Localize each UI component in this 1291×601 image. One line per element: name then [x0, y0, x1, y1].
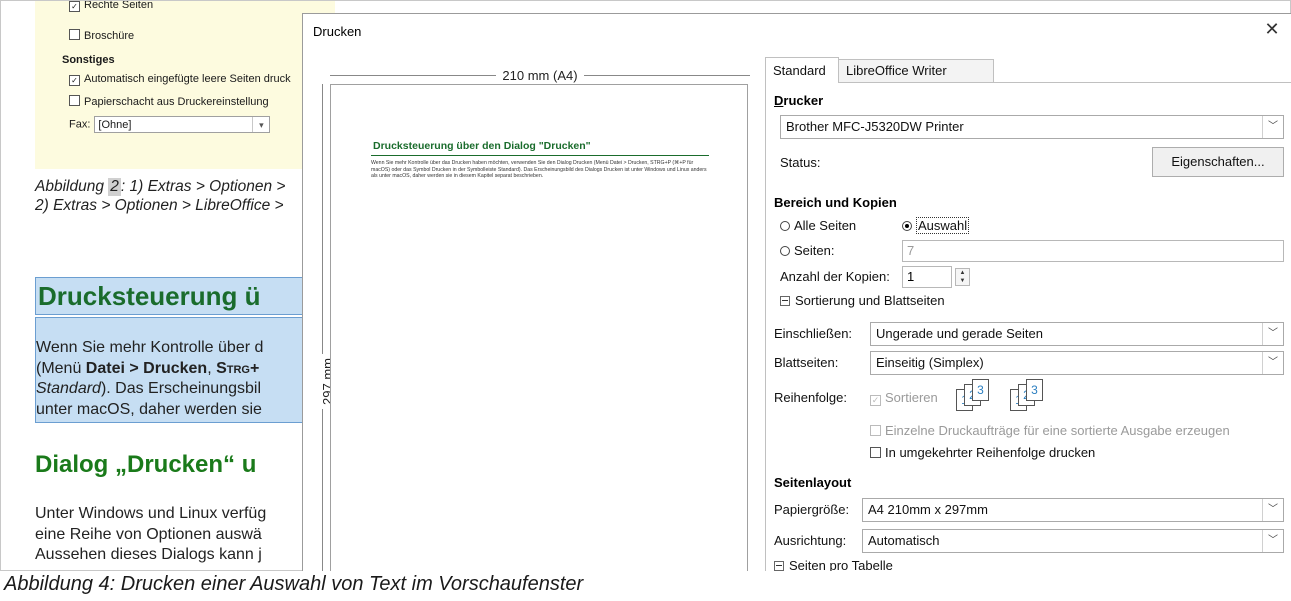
- auto-blank-option: ✓ Automatisch eingefügte leere Seiten dru…: [69, 73, 291, 86]
- tab-libreoffice-writer[interactable]: LibreOffice Writer: [839, 59, 994, 83]
- right-pages-option: ✓ Rechte Seiten: [69, 1, 153, 12]
- checkbox-icon: ✓: [69, 75, 80, 86]
- paper-tray-option: Papierschacht aus Druckereinstellung: [69, 95, 269, 108]
- pages-per-sheet-expander[interactable]: Seiten pro Tabelle: [774, 558, 893, 571]
- figure2-caption-line2: 2) Extras > Optionen > LibreOffice >: [35, 197, 284, 214]
- include-select[interactable]: Ungerade und gerade Seiten ﹀: [870, 322, 1284, 346]
- properties-button[interactable]: Eigenschaften...: [1152, 147, 1284, 177]
- printer-select[interactable]: Brother MFC-J5320DW Printer ﹀: [780, 115, 1284, 139]
- chevron-down-icon: ﹀: [1262, 116, 1283, 138]
- collapse-icon: [780, 296, 790, 306]
- collation-expander[interactable]: Sortierung und Blattseiten: [780, 293, 945, 308]
- copies-input[interactable]: 1: [902, 266, 952, 288]
- brochure-option: Broschüre: [69, 29, 134, 42]
- collated-pages-icon-2: 123: [1010, 379, 1054, 413]
- figure4-caption: Abbildung 4: Drucken einer Auswahl von T…: [4, 573, 584, 595]
- heading-drucksteuerung: Drucksteuerung ü: [35, 277, 325, 315]
- chevron-down-icon: ﹀: [1262, 323, 1283, 345]
- printer-heading: Drucker: [774, 93, 824, 108]
- embedded-screenshot-options: ✓ Rechte Seiten Broschüre Sonstiges ✓ Auto…: [35, 1, 335, 169]
- heading-dialog-drucken: Dialog „Drucken“ u: [35, 451, 257, 478]
- collate-checkbox[interactable]: ✓ Sortieren: [870, 390, 938, 406]
- orientation-label: Ausrichtung:: [774, 533, 847, 548]
- pages-input[interactable]: 7: [902, 240, 1284, 262]
- page-width-indicator: 210 mm (A4): [330, 68, 750, 83]
- close-icon[interactable]: ✕: [1261, 18, 1283, 40]
- status-label: Status:: [780, 155, 821, 170]
- order-label: Reihenfolge:: [774, 390, 847, 405]
- preview-rule: [371, 155, 709, 156]
- height-dimension-line: [322, 84, 323, 571]
- layout-heading: Seitenlayout: [774, 475, 852, 490]
- separate-jobs-checkbox[interactable]: Einzelne Druckaufträge für eine sortiert…: [870, 423, 1230, 438]
- preview-paragraph: Wenn Sie mehr Kontrolle über das Drucken…: [371, 160, 707, 180]
- paragraph-under-windows: Unter Windows und Linux verfüg eine Reih…: [35, 505, 267, 563]
- fax-select: [Ohne] ▾: [94, 116, 271, 133]
- fax-row: Fax: [Ohne] ▾: [69, 116, 271, 133]
- tab-standard[interactable]: Standard: [765, 57, 839, 83]
- paper-size-label: Papiergröße:: [774, 502, 850, 517]
- dialog-title: Drucken: [313, 24, 362, 39]
- pages-radio[interactable]: Seiten:: [780, 243, 834, 258]
- radio-icon: [780, 221, 790, 231]
- selected-paragraph: Wenn Sie mehr Kontrolle über d (Menü Dat…: [35, 317, 325, 423]
- print-dialog: Drucken ✕ 210 mm (A4) 297 mm Drucksteuer…: [302, 13, 1291, 571]
- checkbox-icon: [870, 447, 881, 458]
- chevron-down-icon: ﹀: [1262, 530, 1283, 552]
- copies-spinner[interactable]: ▲ ▼: [955, 268, 970, 286]
- figure2-caption-line1: Abbildung 2: 1) Extras > Optionen >: [35, 178, 286, 196]
- preview-page: Drucksteuerung über den Dialog "Drucken"…: [330, 84, 748, 571]
- sides-select[interactable]: Einseitig (Simplex) ﹀: [870, 351, 1284, 375]
- paper-size-select[interactable]: A4 210mm x 297mm ﹀: [862, 498, 1284, 522]
- reverse-order-checkbox[interactable]: In umgekehrter Reihenfolge drucken: [870, 445, 1095, 460]
- checkbox-icon: [69, 29, 80, 40]
- checkbox-icon: ✓: [870, 395, 881, 406]
- collapse-icon: [774, 561, 784, 571]
- spin-up-icon[interactable]: ▲: [956, 269, 969, 277]
- collated-pages-icon: 123: [956, 379, 1000, 413]
- checkbox-icon: ✓: [69, 1, 80, 12]
- copies-label: Anzahl der Kopien:: [780, 269, 890, 284]
- print-preview: 210 mm (A4) 297 mm Drucksteuerung über d…: [303, 49, 759, 571]
- radio-icon: [780, 246, 790, 256]
- selection-radio[interactable]: Auswahl: [902, 217, 970, 234]
- chevron-down-icon: ﹀: [1262, 499, 1283, 521]
- include-label: Einschließen:: [774, 326, 853, 341]
- chevron-down-icon: ▾: [252, 117, 269, 132]
- all-pages-radio[interactable]: Alle Seiten: [780, 218, 856, 233]
- misc-heading: Sonstiges: [62, 54, 115, 66]
- checkbox-icon: [870, 425, 881, 436]
- preview-heading: Drucksteuerung über den Dialog "Drucken": [373, 140, 591, 152]
- checkbox-icon: [69, 95, 80, 106]
- orientation-select[interactable]: Automatisch ﹀: [862, 529, 1284, 553]
- spin-down-icon[interactable]: ▼: [956, 277, 969, 285]
- sides-label: Blattseiten:: [774, 355, 839, 370]
- radio-selected-icon: [902, 221, 912, 231]
- chevron-down-icon: ﹀: [1262, 352, 1283, 374]
- page-height-indicator: 297 mm: [316, 84, 335, 571]
- page-width-label: 210 mm (A4): [496, 68, 584, 83]
- standard-tab-panel: Drucker Brother MFC-J5320DW Printer ﹀ Sta…: [765, 82, 1291, 571]
- range-heading: Bereich und Kopien: [774, 195, 897, 210]
